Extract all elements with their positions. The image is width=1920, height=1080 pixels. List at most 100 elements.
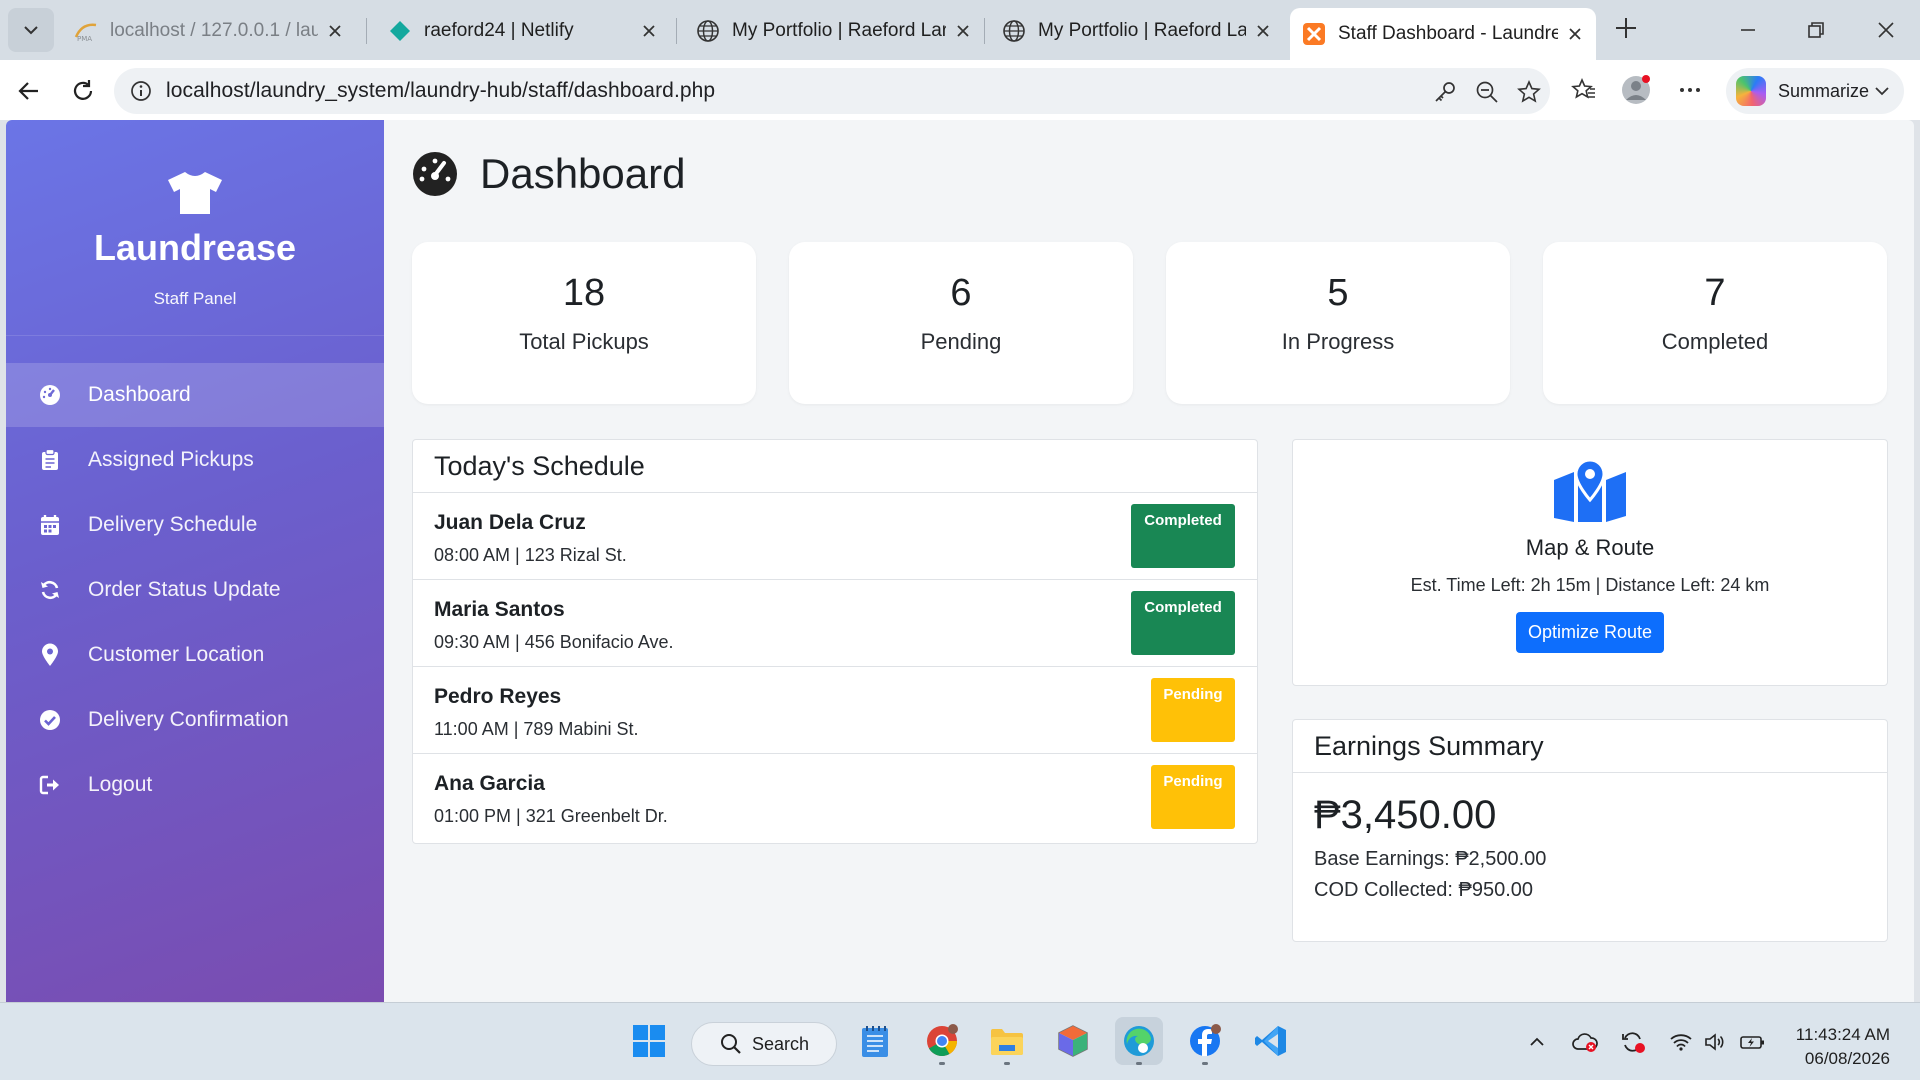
- close-window-button[interactable]: [1870, 14, 1902, 46]
- optimize-route-button[interactable]: Optimize Route: [1515, 612, 1665, 653]
- sidebar-item-logout[interactable]: Logout: [6, 753, 384, 817]
- plus-icon: [1616, 18, 1636, 38]
- chevron-up-icon: [1530, 1037, 1544, 1046]
- vscode-app[interactable]: [1247, 1017, 1295, 1065]
- new-tab-button[interactable]: [1612, 14, 1640, 42]
- stat-value: 6: [950, 272, 972, 314]
- schedule-row[interactable]: Maria Santos 09:30 AM | 456 Bonifacio Av…: [413, 580, 1257, 667]
- back-button[interactable]: [12, 74, 46, 108]
- minimize-icon: [1741, 29, 1755, 31]
- close-icon[interactable]: [1564, 23, 1586, 45]
- windows-taskbar: Search 11:43:24 AM 06/08/2026: [0, 1002, 1920, 1080]
- chevron-down-icon: [24, 26, 38, 35]
- wifi-icon[interactable]: [1668, 1029, 1694, 1055]
- chrome-app[interactable]: [918, 1017, 966, 1065]
- schedule-meta: 09:30 AM | 456 Bonifacio Ave.: [434, 632, 674, 652]
- netlify-icon: [388, 19, 412, 43]
- refresh-button[interactable]: [66, 74, 100, 108]
- sidebar-item-delivery-confirmation[interactable]: Delivery Confirmation: [6, 688, 384, 752]
- stat-card-completed: 7 Completed: [1543, 242, 1887, 404]
- browser-tab-phpmyadmin[interactable]: PMA localhost / 127.0.0.1 / laundry: [62, 10, 356, 52]
- key-icon[interactable]: [1432, 79, 1458, 105]
- minimize-button[interactable]: [1732, 14, 1764, 46]
- facebook-app[interactable]: [1181, 1017, 1229, 1065]
- close-icon[interactable]: [638, 20, 660, 42]
- schedule-row[interactable]: Juan Dela Cruz 08:00 AM | 123 Rizal St. …: [413, 493, 1257, 580]
- browser-tab-portfolio-1[interactable]: My Portfolio | Raeford Laraga: [684, 10, 984, 52]
- clipboard-icon: [38, 448, 62, 472]
- sidebar-item-label: Customer Location: [88, 643, 265, 666]
- tab-separator: [984, 18, 985, 44]
- refresh-icon: [73, 80, 93, 100]
- notepad-icon: [862, 1026, 888, 1057]
- close-icon[interactable]: [324, 20, 346, 42]
- tachometer-icon: [412, 151, 458, 197]
- tab-separator: [676, 18, 677, 44]
- sidebar: Laundrease Staff Panel Dashboard Assigne…: [6, 120, 384, 1002]
- earnings-body: ₱3,450.00 Base Earnings: ₱2,500.00 COD C…: [1293, 773, 1887, 922]
- sidebar-item-label: Logout: [88, 773, 153, 796]
- main-content: Dashboard 18 Total Pickups 6 Pending 5 I…: [384, 120, 1914, 1002]
- base-earnings: Base Earnings: ₱2,500.00: [1314, 848, 1547, 870]
- browser-tab-netlify[interactable]: raeford24 | Netlify: [376, 10, 670, 52]
- brand-title: Laundrease: [93, 227, 297, 268]
- browser-tab-portfolio-2[interactable]: My Portfolio | Raeford Laraga: [990, 10, 1284, 52]
- favorites-icon[interactable]: [1568, 74, 1600, 106]
- update-icon[interactable]: [1620, 1029, 1646, 1055]
- taskbar-search[interactable]: Search: [691, 1022, 837, 1066]
- sidebar-item-order-status-update[interactable]: Order Status Update: [6, 558, 384, 622]
- volume-icon[interactable]: [1702, 1029, 1728, 1055]
- system-clock[interactable]: 11:43:24 AM 06/08/2026: [1796, 1023, 1890, 1071]
- earnings-total: ₱3,450.00: [1314, 793, 1497, 837]
- map-marker-icon: [38, 643, 62, 667]
- cloud-sync-error-icon[interactable]: [1572, 1029, 1598, 1055]
- brand-subtitle: Staff Panel: [153, 289, 237, 308]
- zoom-out-icon[interactable]: [1474, 79, 1500, 105]
- file-explorer-app[interactable]: [983, 1017, 1031, 1065]
- schedule-row[interactable]: Pedro Reyes 11:00 AM | 789 Mabini St. Pe…: [413, 667, 1257, 754]
- route-estimate: Est. Time Left: 2h 15m | Distance Left: …: [1410, 575, 1770, 595]
- address-bar[interactable]: localhost/laundry_system/laundry-hub/sta…: [114, 68, 1550, 114]
- summarize-button[interactable]: Summarize: [1726, 68, 1904, 114]
- page-viewport: Laundrease Staff Panel Dashboard Assigne…: [6, 120, 1914, 1002]
- map-title: Map & Route: [1525, 535, 1655, 560]
- map-route-card: Map & Route Est. Time Left: 2h 15m | Dis…: [1292, 439, 1888, 686]
- sidebar-item-customer-location[interactable]: Customer Location: [6, 623, 384, 687]
- running-indicator: [1004, 1062, 1010, 1065]
- tshirt-icon: [166, 170, 224, 221]
- sidebar-item-dashboard[interactable]: Dashboard: [6, 363, 384, 427]
- browser-tab-strip: PMA localhost / 127.0.0.1 / laundry raef…: [0, 0, 1920, 60]
- show-hidden-icons-button[interactable]: [1524, 1029, 1550, 1055]
- close-icon[interactable]: [952, 20, 974, 42]
- tab-actions-menu-button[interactable]: [8, 8, 54, 52]
- clock-time: 11:43:24 AM: [1795, 1025, 1890, 1044]
- start-button[interactable]: [625, 1017, 673, 1065]
- battery-charging-icon[interactable]: [1740, 1029, 1766, 1055]
- browser-tab-staff-dashboard[interactable]: Staff Dashboard - Laundrease: [1290, 8, 1596, 60]
- running-indicator: [1136, 1062, 1142, 1065]
- schedule-row[interactable]: Ana Garcia 01:00 PM | 321 Greenbelt Dr. …: [413, 754, 1257, 841]
- restore-button[interactable]: [1800, 14, 1832, 46]
- customer-name: Juan Dela Cruz: [434, 511, 586, 534]
- cube-app[interactable]: [1049, 1017, 1097, 1065]
- close-icon[interactable]: [1252, 20, 1274, 42]
- running-indicator: [1202, 1062, 1208, 1065]
- calendar-icon: [38, 513, 62, 537]
- page-title: Dashboard: [480, 150, 686, 197]
- more-options-button[interactable]: [1674, 74, 1706, 106]
- globe-icon: [1002, 19, 1026, 43]
- earnings-title: Earnings Summary: [1293, 720, 1887, 773]
- profile-avatar[interactable]: [1620, 74, 1652, 106]
- tab-title: My Portfolio | Raeford Laraga: [732, 20, 946, 41]
- ellipsis-icon: [1680, 88, 1700, 92]
- star-icon[interactable]: [1516, 79, 1542, 105]
- sidebar-item-delivery-schedule[interactable]: Delivery Schedule: [6, 493, 384, 557]
- map-route-icon: [1293, 458, 1887, 529]
- sidebar-item-assigned-pickups[interactable]: Assigned Pickups: [6, 428, 384, 492]
- notepad-app[interactable]: [851, 1017, 899, 1065]
- status-badge: Pending: [1151, 678, 1235, 742]
- edge-app[interactable]: [1115, 1017, 1163, 1065]
- customer-name: Ana Garcia: [434, 772, 545, 795]
- tab-title: My Portfolio | Raeford Laraga: [1038, 20, 1246, 41]
- url-text[interactable]: localhost/laundry_system/laundry-hub/sta…: [166, 79, 715, 103]
